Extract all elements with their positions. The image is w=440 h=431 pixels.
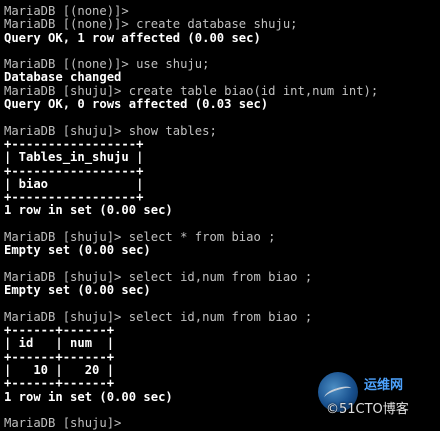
terminal-line: MariaDB [(none)]> create database shuju; — [4, 18, 298, 32]
terminal-line: +------+------+ — [4, 324, 115, 338]
terminal-line: MariaDB [shuju]> select * from biao ; — [4, 231, 276, 245]
terminal-line: MariaDB [shuju]> create table biao(id in… — [4, 84, 379, 98]
terminal-output: MariaDB [(none)]> MariaDB [(none)]> crea… — [4, 5, 440, 431]
terminal-line: +------+------+ — [4, 350, 115, 364]
watermark-brand: ©51CTO博客 — [326, 402, 409, 417]
watermark-title: 运维网 — [364, 378, 404, 393]
terminal-line: Empty set (0.00 sec) — [4, 244, 151, 258]
terminal-line: +-----------------+ — [4, 164, 144, 178]
terminal-line: MariaDB [shuju]> select id,num from biao… — [4, 310, 313, 324]
terminal-line: +-----------------+ — [4, 191, 144, 205]
terminal-window[interactable]: MariaDB [(none)]> MariaDB [(none)]> crea… — [4, 5, 440, 430]
watermark: 运维网 ©51CTO博客 — [318, 372, 436, 420]
terminal-line: | id | num | — [4, 337, 115, 351]
terminal-line: MariaDB [(none)]> use shuju; — [4, 58, 210, 72]
terminal-line: +-----------------+ — [4, 137, 144, 151]
terminal-line: MariaDB [shuju]> show tables; — [4, 124, 217, 138]
terminal-line: MariaDB [shuju]> select id,num from biao… — [4, 270, 313, 284]
terminal-line: 1 row in set (0.00 sec) — [4, 204, 173, 218]
terminal-line: | Tables_in_shuju | — [4, 151, 144, 165]
terminal-line: Query OK, 0 rows affected (0.03 sec) — [4, 98, 269, 112]
terminal-line: | biao | — [4, 177, 144, 191]
terminal-line: Query OK, 1 row affected (0.00 sec) — [4, 31, 261, 45]
terminal-line: Database changed — [4, 71, 122, 85]
terminal-line: MariaDB [(none)]> — [4, 5, 129, 18]
terminal-line: Empty set (0.00 sec) — [4, 284, 151, 298]
